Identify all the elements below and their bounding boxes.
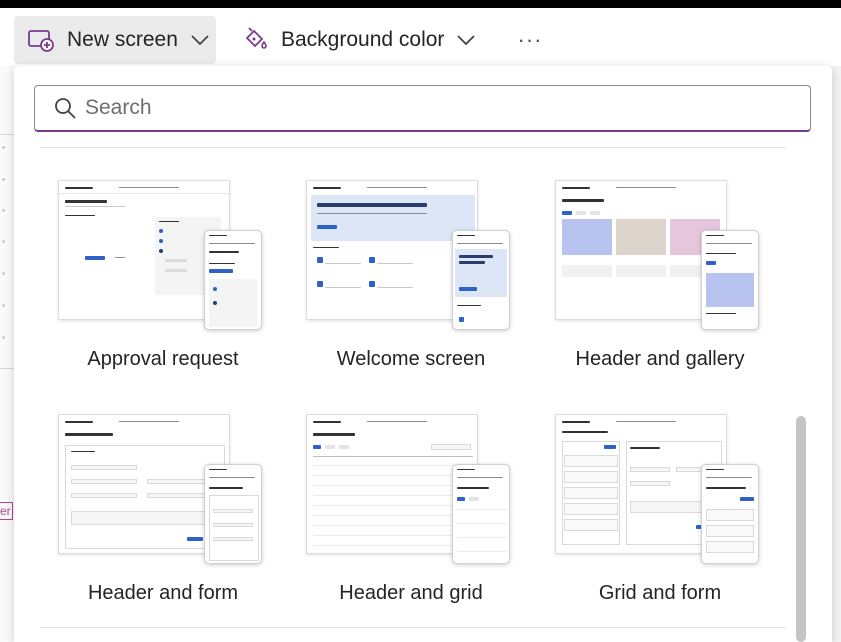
template-label: Approval request <box>87 348 239 370</box>
template-label: Grid and form <box>598 582 722 604</box>
chevron-down-icon <box>190 33 210 47</box>
search-icon <box>53 96 77 120</box>
template-preview <box>58 180 268 330</box>
new-screen-label: New screen <box>67 28 178 51</box>
background-label-tag: er <box>0 502 13 520</box>
background-color-button[interactable]: Background color <box>232 16 482 64</box>
template-preview <box>306 414 516 564</box>
window-top-edge <box>0 0 841 8</box>
new-screen-dropdown: Approval request <box>14 66 832 642</box>
template-label: Header and grid <box>339 582 483 604</box>
template-label: Header and gallery <box>575 348 745 370</box>
search-box[interactable] <box>34 85 811 132</box>
more-options-button[interactable]: ··· <box>512 16 548 64</box>
paint-bucket-icon <box>241 26 269 54</box>
background-app-edge: er <box>0 66 14 642</box>
scrollbar-thumb[interactable] <box>796 416 806 642</box>
new-screen-icon <box>27 26 55 54</box>
new-screen-button[interactable]: New screen <box>14 16 216 64</box>
template-label: Header and form <box>87 582 239 604</box>
divider <box>40 147 786 148</box>
background-color-label: Background color <box>281 28 445 51</box>
template-preview <box>555 414 765 564</box>
chevron-down-icon <box>456 33 476 47</box>
more-icon: ··· <box>517 27 543 52</box>
template-preview <box>58 414 268 564</box>
toolbar: New screen Background color ··· <box>0 8 841 66</box>
template-preview <box>306 180 516 330</box>
divider <box>40 627 786 628</box>
template-label: Welcome screen <box>336 348 486 370</box>
template-preview <box>555 180 765 330</box>
search-input[interactable] <box>85 96 765 120</box>
